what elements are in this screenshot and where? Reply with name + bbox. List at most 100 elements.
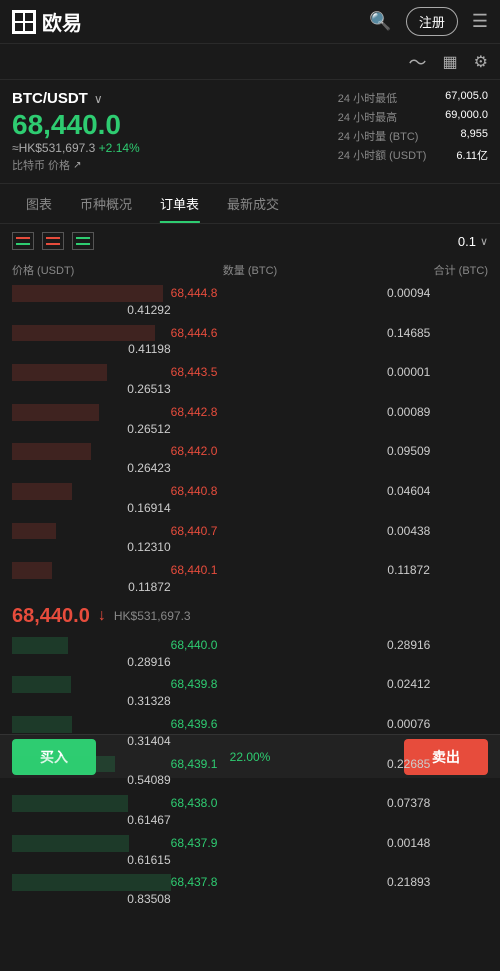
sell-order-row[interactable]: 68,444.8 0.00094 0.41292: [0, 282, 500, 322]
price-section: BTC/USDT ∨ 68,440.0 ≈HK$531,697.3 +2.14%…: [0, 80, 500, 184]
sell-price: 68,444.8: [171, 285, 330, 302]
sell-price: 68,440.8: [171, 483, 330, 500]
tab-orderbook[interactable]: 订单表: [146, 184, 213, 223]
tab-overview[interactable]: 币种概况: [66, 184, 146, 223]
sell-price: 68,444.6: [171, 325, 330, 342]
stat-row-2: 24 小时最高 69,000.0: [338, 109, 488, 125]
ob-table-header: 价格 (USDT) 数量 (BTC) 合计 (BTC): [0, 258, 500, 282]
buy-total: 0.61615: [12, 852, 171, 869]
buy-total: 0.54089: [12, 772, 171, 789]
sell-qty: 0.14685: [329, 325, 488, 342]
sell-total: 0.12310: [12, 539, 171, 556]
mid-hk-price: HK$531,697.3: [114, 609, 191, 623]
tabs: 图表 币种概况 订单表 最新成交: [0, 184, 500, 224]
stat-row-1: 24 小时最低 67,005.0: [338, 90, 488, 106]
sell-price: 68,440.7: [171, 523, 330, 540]
sell-qty: 0.00438: [329, 523, 488, 540]
buy-price: 68,438.0: [171, 795, 330, 812]
sell-qty: 0.11872: [329, 562, 488, 579]
change-pct: +2.14%: [99, 141, 140, 155]
buy-total: 0.61467: [12, 812, 171, 829]
header: 欧易 🔍 注册 ☰: [0, 0, 500, 44]
mid-price-value: 68,440.0: [12, 605, 90, 628]
sell-total: 0.16914: [12, 500, 171, 517]
price-left: BTC/USDT ∨ 68,440.0 ≈HK$531,697.3 +2.14%…: [12, 90, 140, 173]
sub-header: 〜 ▦ ⚙: [0, 44, 500, 80]
col-qty-header: 数量 (BTC): [171, 262, 330, 278]
buy-qty: 0.00076: [329, 716, 488, 733]
buy-price: 68,439.8: [171, 676, 330, 693]
buy-qty: 0.02412: [329, 676, 488, 693]
external-link-icon[interactable]: ↗: [73, 160, 81, 171]
sell-orders: 68,444.8 0.00094 0.41292 68,444.6 0.1468…: [0, 282, 500, 599]
sell-total: 0.26512: [12, 421, 171, 438]
sell-qty: 0.00001: [329, 364, 488, 381]
pair-name: BTC/USDT: [12, 90, 88, 107]
logo[interactable]: 欧易: [12, 7, 82, 36]
decimal-value: 0.1: [458, 234, 476, 249]
buy-total: 0.31328: [12, 693, 171, 710]
buy-price: 68,437.9: [171, 835, 330, 852]
buy-total: 0.31404: [12, 733, 171, 750]
pair-row: BTC/USDT ∨: [12, 90, 140, 107]
buy-qty: 0.00148: [329, 835, 488, 852]
buy-order-row[interactable]: 68,437.9 0.00148 0.61615: [0, 832, 500, 872]
sell-order-row[interactable]: 68,442.8 0.00089 0.26512: [0, 401, 500, 441]
sell-order-row[interactable]: 68,444.6 0.14685 0.41198: [0, 322, 500, 362]
sell-qty: 0.00094: [329, 285, 488, 302]
sell-order-row[interactable]: 68,443.5 0.00001 0.26513: [0, 361, 500, 401]
coin-label: 比特币 价格 ↗: [12, 157, 140, 173]
sell-total: 0.26423: [12, 460, 171, 477]
sell-price: 68,440.1: [171, 562, 330, 579]
logo-text: 欧易: [42, 7, 82, 36]
buy-qty: 0.07378: [329, 795, 488, 812]
view-sell-button[interactable]: [42, 232, 64, 250]
stat-row-4: 24 小时额 (USDT) 6.11亿: [338, 147, 488, 163]
chart-icon[interactable]: 〜: [409, 49, 427, 75]
header-right: 🔍 注册 ☰: [369, 7, 488, 36]
sell-total: 0.11872: [12, 579, 171, 596]
buy-price: 68,437.8: [171, 874, 330, 891]
sell-qty: 0.00089: [329, 404, 488, 421]
sell-order-row[interactable]: 68,440.1 0.11872 0.11872: [0, 559, 500, 599]
sell-qty: 0.04604: [329, 483, 488, 500]
buy-order-row[interactable]: 68,439.8 0.02412 0.31328: [0, 673, 500, 713]
sell-price: 68,442.0: [171, 443, 330, 460]
sell-total: 0.41198: [12, 341, 171, 358]
sell-order-row[interactable]: 68,440.8 0.04604 0.16914: [0, 480, 500, 520]
logo-icon: [12, 10, 36, 34]
menu-icon[interactable]: ☰: [472, 11, 488, 32]
view-icons: [12, 232, 94, 250]
register-button[interactable]: 注册: [406, 7, 458, 36]
col-total-header: 合计 (BTC): [329, 262, 488, 278]
buy-order-row[interactable]: 68,437.8 0.21893 0.83508: [0, 871, 500, 911]
stat-row-3: 24 小时量 (BTC) 8,955: [338, 128, 488, 144]
tab-chart[interactable]: 图表: [12, 184, 66, 223]
pair-dropdown-icon[interactable]: ∨: [94, 92, 103, 106]
sell-order-row[interactable]: 68,442.0 0.09509 0.26423: [0, 440, 500, 480]
main-price: 68,440.0: [12, 111, 140, 139]
mid-price-row: 68,440.0 ↓ HK$531,697.3: [0, 599, 500, 634]
settings-icon[interactable]: ⚙: [474, 52, 488, 72]
view-buy-button[interactable]: [72, 232, 94, 250]
search-icon[interactable]: 🔍: [369, 11, 391, 32]
buy-total: 0.28916: [12, 654, 171, 671]
decimal-select[interactable]: 0.1 ∨: [458, 234, 488, 249]
tab-trades[interactable]: 最新成交: [213, 184, 293, 223]
sell-order-row[interactable]: 68,440.7 0.00438 0.12310: [0, 520, 500, 560]
sell-price: 68,443.5: [171, 364, 330, 381]
col-price-header: 价格 (USDT): [12, 262, 171, 278]
sell-total: 0.26513: [12, 381, 171, 398]
buy-order-row[interactable]: 68,440.0 0.28916 0.28916: [0, 634, 500, 674]
buy-qty: 0.21893: [329, 874, 488, 891]
mid-arrow-icon: ↓: [98, 607, 106, 625]
buy-order-row[interactable]: 68,438.0 0.07378 0.61467: [0, 792, 500, 832]
sell-total: 0.41292: [12, 302, 171, 319]
view-both-button[interactable]: [12, 232, 34, 250]
document-icon[interactable]: ▦: [443, 52, 458, 72]
buy-qty: 0.28916: [329, 637, 488, 654]
buy-qty: 0.22685: [329, 756, 488, 773]
buy-price: 68,439.1: [171, 756, 330, 773]
sell-qty: 0.09509: [329, 443, 488, 460]
price-stats: 24 小时最低 67,005.0 24 小时最高 69,000.0 24 小时量…: [338, 90, 488, 173]
